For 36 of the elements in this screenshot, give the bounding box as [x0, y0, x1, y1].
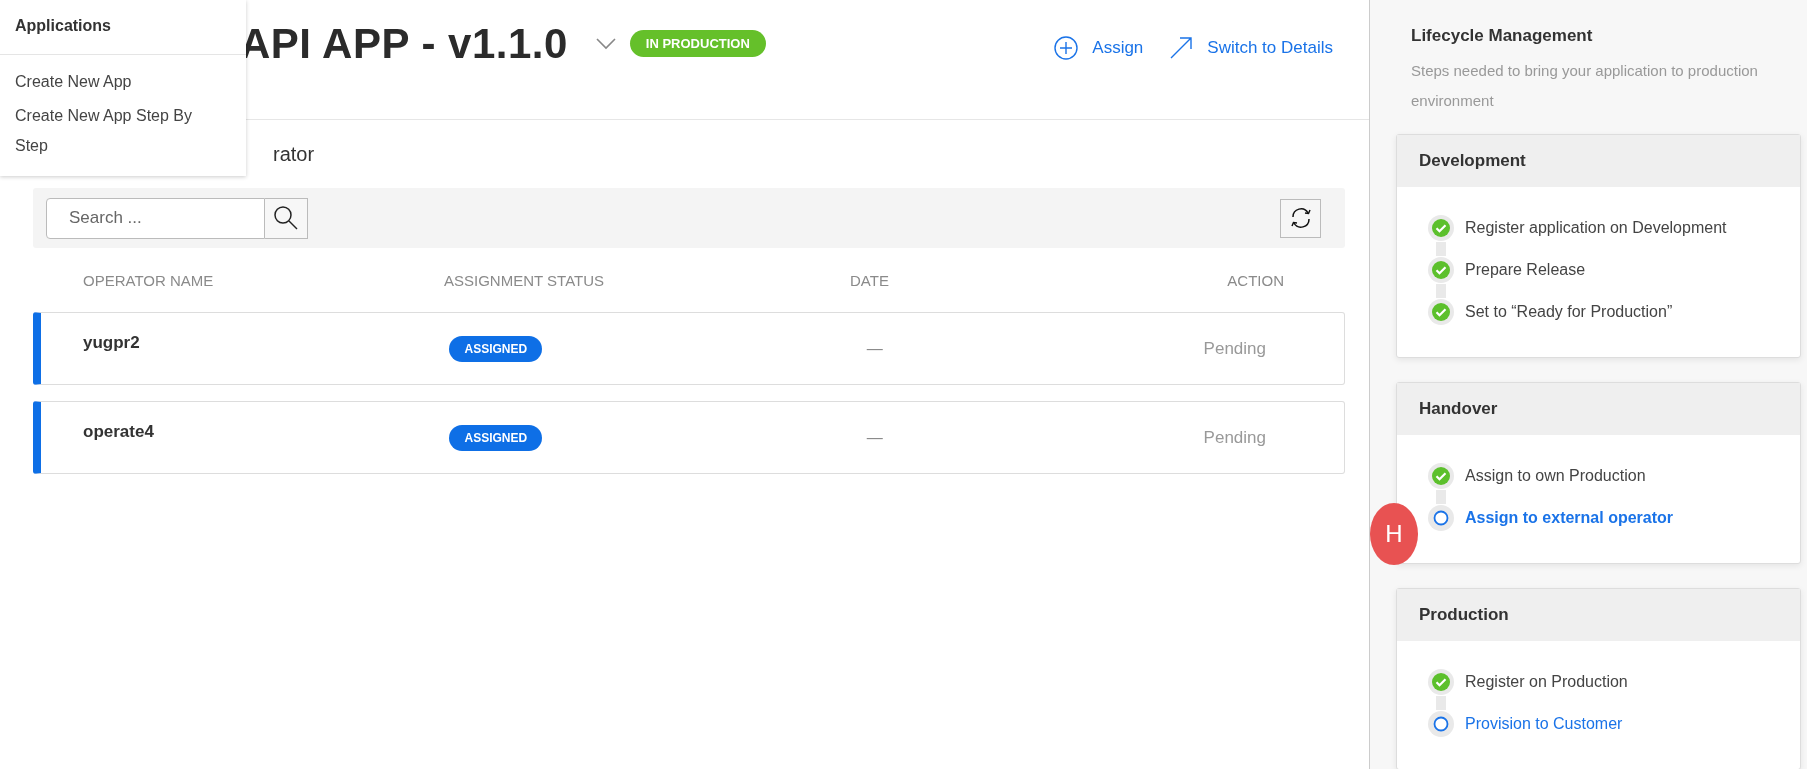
column-header: ACTION: [1226, 271, 1285, 289]
refresh-button[interactable]: [1280, 198, 1321, 238]
stage-header: Production: [1397, 589, 1800, 641]
switch-details-link[interactable]: Switch to Details: [1169, 32, 1333, 64]
menu-item[interactable]: Create New App Step By Step: [0, 97, 246, 161]
menu-title: Applications: [0, 0, 246, 55]
step-link[interactable]: Assign to external operator: [1465, 509, 1674, 527]
sidebar-description: Steps needed to bring your application to production environment: [1411, 61, 1759, 111]
chevron-down-icon[interactable]: [595, 38, 616, 50]
stage-header: Development: [1397, 135, 1800, 187]
search-icon: [273, 205, 299, 231]
search-button[interactable]: [265, 197, 308, 239]
step-link[interactable]: Provision to Customer: [1465, 715, 1623, 733]
column-header: OPERATOR NAME: [82, 271, 215, 289]
step-label: Set to “Ready for Production”: [1465, 303, 1673, 321]
step-label: Register application on Development: [1465, 219, 1727, 237]
column-header: ASSIGNMENT STATUS: [444, 271, 606, 289]
sidebar-title: Lifecycle Management: [1411, 26, 1594, 46]
status-badge: IN PRODUCTION: [629, 30, 766, 57]
stage-header: Handover: [1397, 383, 1800, 435]
action-cell-text: Pending: [1202, 427, 1267, 448]
search-field[interactable]: Search ...: [46, 197, 265, 239]
column-header: DATE: [849, 271, 890, 289]
plus-circle-icon: [1054, 36, 1079, 60]
date-cell-text: —: [865, 339, 884, 358]
operator-name: yugpr2: [82, 332, 141, 353]
arrow-up-right-icon: [1169, 36, 1194, 60]
assign-button[interactable]: Assign: [1054, 32, 1144, 64]
date-cell-text: —: [865, 428, 884, 447]
step-label: Assign to own Production: [1465, 467, 1646, 485]
status-badge: ASSIGNED: [449, 335, 543, 362]
step-label: Prepare Release: [1465, 261, 1586, 279]
operator-name: operate4: [82, 421, 155, 442]
step-label: Register on Production: [1465, 673, 1628, 691]
status-badge: ASSIGNED: [449, 424, 543, 451]
action-cell-text: Pending: [1202, 338, 1267, 359]
